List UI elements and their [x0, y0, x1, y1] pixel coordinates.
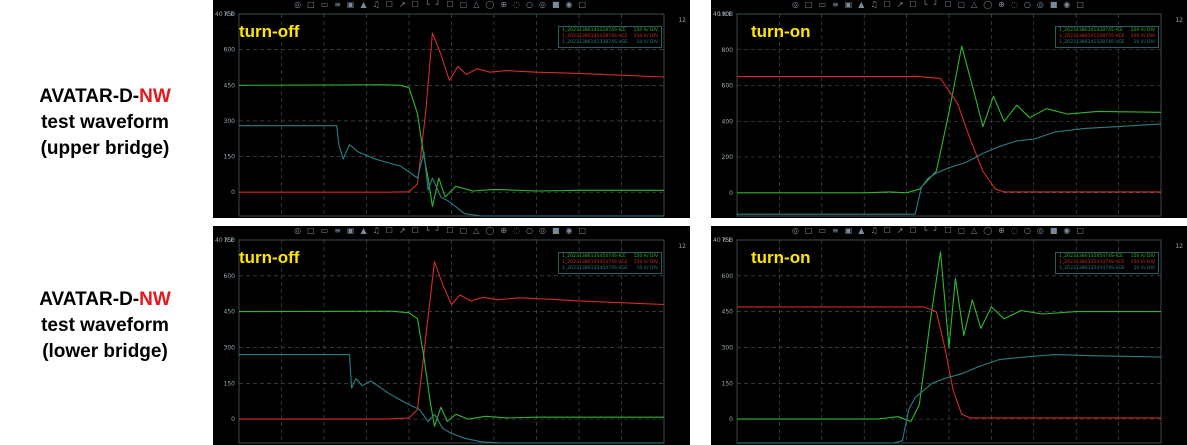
y-tick-label: 300: [224, 344, 236, 351]
legend-entry-name: 1_2023138614132874S-VGE: [562, 40, 628, 45]
legend-entry: 1_2023138614132874S-VGE 10 V/ DIV: [562, 40, 658, 46]
panel-title: turn-off: [239, 22, 300, 41]
series-line-vce: [238, 84, 664, 208]
y-tick-label: 300: [722, 344, 734, 351]
legend-entry: 1_20231386141328745-VGE 10 V/ DIV: [1059, 40, 1155, 46]
y-tick-label: 300: [224, 118, 236, 125]
row-label-upper: AVATAR-D-NW test waveform (upper bridge): [0, 84, 210, 162]
row-label-prefix: AVATAR-D-: [39, 289, 140, 310]
legend-entry-name: 1_2023138613545474S-VGE: [562, 266, 628, 271]
legend: 1_2023138614132874S-ICE 150 A/ DIV 1_20231…: [558, 26, 662, 48]
y-tick-label: 600: [224, 273, 236, 280]
y-tick-label: 150: [224, 154, 236, 161]
row-label-line3: (upper bridge): [40, 138, 170, 159]
panel-title: turn-on: [751, 248, 811, 267]
legend: 1_20231386141328745-ICE 200 A/ DIV 1_20231…: [1055, 26, 1159, 48]
legend-entry: 1_2023138613545474S-VGE 10 V/ DIV: [562, 266, 658, 272]
legend-entry: 1_2023138613545474S-VGE 10 V/ DIV: [1059, 266, 1155, 272]
channel-corner-label: 40 ICE: [713, 237, 733, 244]
channel-corner-label: 40 ICE: [713, 11, 733, 18]
y-tick-label: 450: [224, 309, 236, 316]
row-label-highlight: NW: [139, 86, 171, 107]
row-label-line2: test waveform: [41, 315, 169, 336]
row-label-line2: test waveform: [41, 112, 169, 133]
legend-entry-name: 1_20231386141328745-VGE: [1059, 40, 1125, 45]
y-tick-label: 600: [224, 47, 236, 54]
y-tick-label: 0: [231, 189, 235, 196]
y-tick-label: 600: [722, 273, 734, 280]
legend: 1_2023138613545474S-ICE 150 A/ DIV 1_20231…: [558, 252, 662, 274]
row-label-line3: (lower bridge): [42, 341, 168, 362]
panel-title: turn-off: [239, 248, 300, 267]
waveform-panel-upper-turn-on: ◎□▭≡▣▲♫☐↗☐└┘☐▢△◯⊕◌○◎■◉□ 1000 800 600 400 200 0…: [711, 0, 1187, 218]
y-tick-label: 200: [722, 154, 734, 161]
y-tick-label: 150: [722, 380, 734, 387]
legend-entry-name: 1_2023138613545474S-VGE: [1059, 266, 1125, 271]
y-tick-label: 0: [729, 190, 733, 197]
legend-entry-scale: 10 V/ DIV: [1133, 266, 1156, 271]
y-tick-label: 0: [729, 416, 733, 423]
y-tick-label: 150: [224, 380, 236, 387]
panel-title: turn-on: [751, 22, 811, 41]
legend-entry-scale: 10 V/ DIV: [636, 266, 659, 271]
row-label-highlight: NW: [139, 289, 171, 310]
legend-entry-scale: 10 V/ DIV: [1133, 40, 1156, 45]
y-tick-label: 800: [722, 47, 734, 54]
y-tick-label: 450: [224, 82, 236, 89]
row-label-lower: AVATAR-D-NW test waveform (lower bridge): [0, 287, 210, 365]
waveform-panel-upper-turn-off: ◎□▭≡▣▲♫☐↗☐└┘☐▢△◯⊕◌○◎■◉□ 750 600 450 300 150 0 4…: [213, 0, 690, 218]
channel-corner-right: 12: [678, 243, 686, 250]
legend-entry-scale: 10 V/ DIV: [636, 40, 659, 45]
y-tick-label: 0: [231, 416, 235, 423]
waveform-panel-lower-turn-off: ◎□▭≡▣▲♫☐↗☐└┘☐▢△◯⊕◌○◎■◉□ 750 600 450 300 150 0 4…: [213, 226, 690, 445]
channel-corner-right: 12: [1175, 243, 1183, 250]
channel-corner-label: 40 ICE: [215, 237, 235, 244]
row-label-prefix: AVATAR-D-: [39, 86, 140, 107]
waveform-panel-lower-turn-on: ◎□▭≡▣▲♫☐↗☐└┘☐▢△◯⊕◌○◎■◉□ 750 600 450 300 150 0 4…: [711, 226, 1187, 445]
channel-corner-right: 12: [1175, 17, 1183, 24]
channel-corner-right: 12: [678, 17, 686, 24]
y-tick-label: 450: [722, 309, 734, 316]
channel-corner-label: 40 ICE: [215, 11, 235, 18]
y-tick-label: 400: [722, 118, 734, 125]
legend: 1_2023138613545474S-ICE 150 A/ DIV 1_20231…: [1055, 252, 1159, 274]
y-tick-label: 600: [722, 83, 734, 90]
